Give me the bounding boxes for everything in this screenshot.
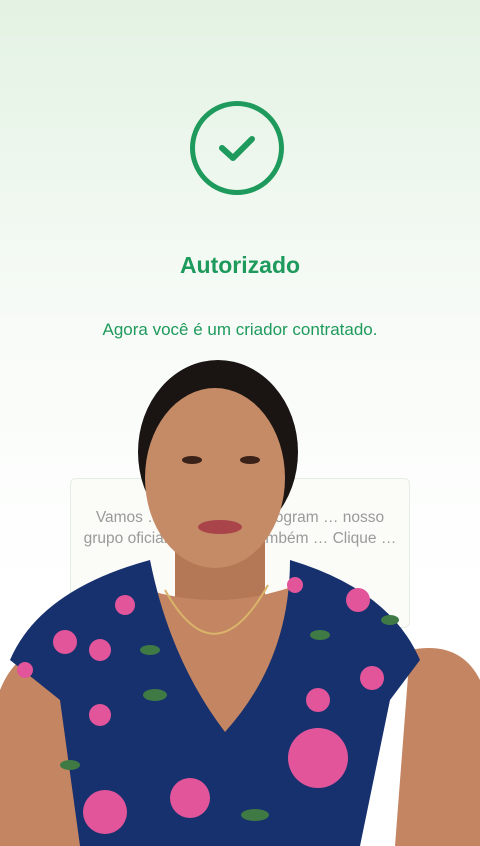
person-video-overlay [0,360,480,846]
status-title: Autorizado [179,252,301,278]
check-circle-icon [190,101,284,195]
status-subtitle: Agora você é um criador contratado. [102,320,378,339]
